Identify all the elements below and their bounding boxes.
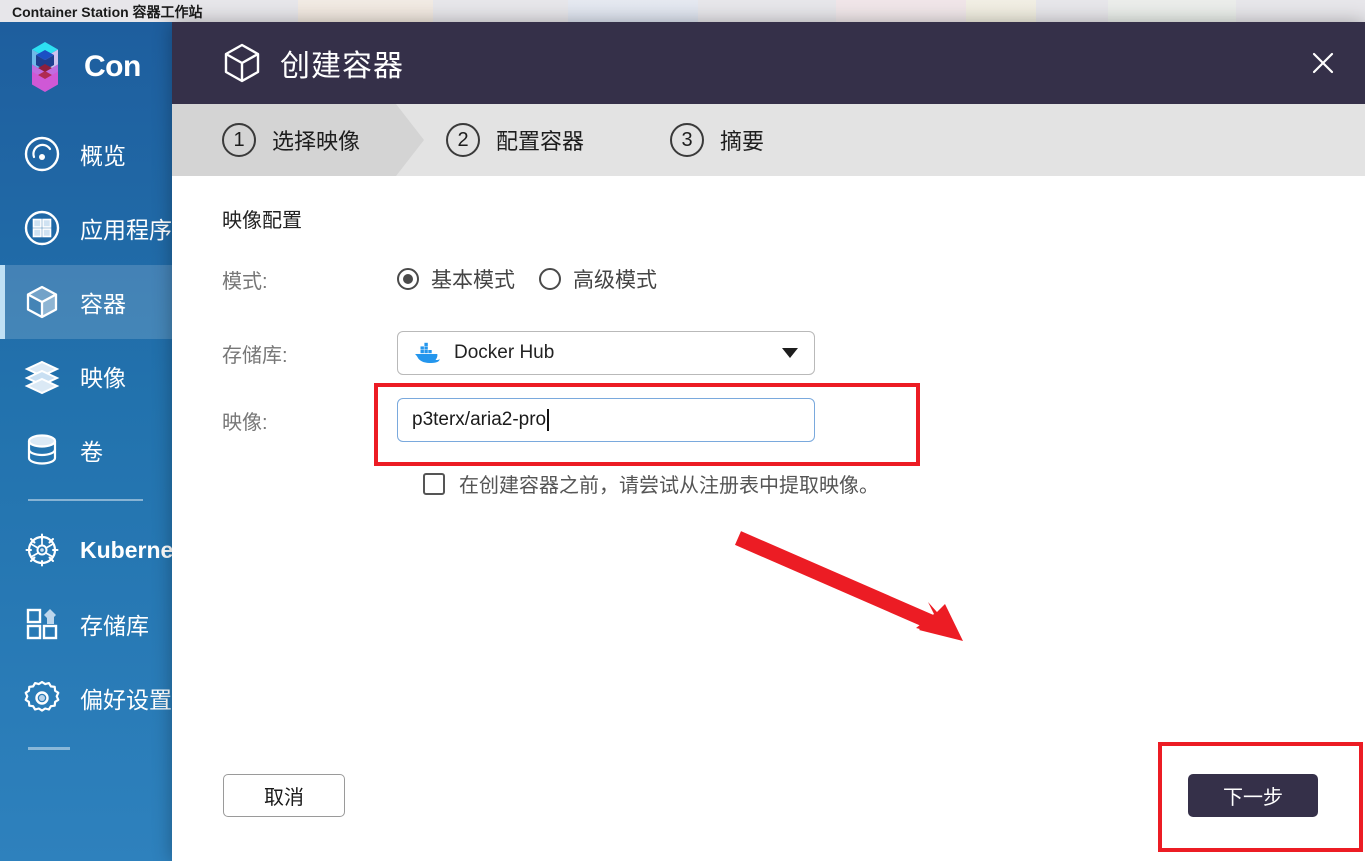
brand: Con [18, 40, 141, 94]
sidebar-item-label: 应用程序 [80, 217, 172, 243]
sidebar-item-label: 卷 [80, 439, 103, 465]
dialog-body: 映像配置 模式: 基本模式 高级模式 存储库: Docker Hub 映像: p… [172, 176, 1365, 861]
cancel-button[interactable]: 取消 [223, 774, 345, 817]
sidebar-item-applications[interactable]: 应用程序 [0, 191, 172, 265]
radio-indicator [397, 268, 419, 290]
radio-label: 基本模式 [431, 269, 515, 292]
next-button[interactable]: 下一步 [1188, 774, 1318, 817]
cancel-button-label: 取消 [264, 787, 304, 809]
step-number: 3 [670, 123, 705, 157]
sidebar-divider-bottom [28, 747, 70, 750]
image-row: 映像: p3terx/aria2-pro [222, 398, 815, 442]
docker-whale-icon [412, 341, 442, 365]
container-station-logo-icon [18, 40, 72, 94]
dialog-header: 创建容器 [172, 22, 1365, 104]
sidebar-item-label: 偏好设置 [80, 687, 172, 713]
mode-row: 模式: 基本模式 高级模式 [222, 264, 681, 294]
mode-label: 模式: [222, 270, 268, 293]
radio-label: 高级模式 [573, 269, 657, 292]
radio-indicator [539, 268, 561, 290]
volumes-database-icon [22, 430, 62, 470]
step-select-image[interactable]: 1 选择映像 [172, 104, 425, 176]
sidebar: Con 概览 应用程序 容器 映像 卷 Kuberne 存储库 偏好设置 [0, 22, 172, 861]
background-overlay [0, 0, 1365, 22]
checkbox-label: 在创建容器之前，请尝试从注册表中提取映像。 [459, 475, 879, 497]
image-label: 映像: [222, 411, 268, 434]
section-title: 映像配置 [222, 210, 302, 232]
step-label: 摘要 [720, 129, 765, 154]
step-number: 1 [222, 123, 256, 157]
preferences-gear-icon [22, 678, 62, 718]
next-button-label: 下一步 [1223, 787, 1283, 809]
registry-row: 存储库: Docker Hub [222, 331, 815, 375]
step-label: 配置容器 [496, 129, 585, 154]
close-icon[interactable] [1303, 43, 1343, 83]
sidebar-item-volumes[interactable]: 卷 [0, 413, 172, 487]
cube-outline-icon [222, 42, 262, 84]
sidebar-item-label: 容器 [80, 291, 126, 317]
image-input[interactable]: p3terx/aria2-pro [397, 398, 815, 442]
sidebar-item-images[interactable]: 映像 [0, 339, 172, 413]
mode-radio-group: 基本模式 高级模式 [397, 264, 681, 294]
sidebar-item-overview[interactable]: 概览 [0, 117, 172, 191]
registry-blocks-icon [22, 604, 62, 644]
chevron-down-icon [782, 348, 798, 358]
step-label: 选择映像 [272, 129, 361, 154]
sidebar-item-registry[interactable]: 存储库 [0, 587, 172, 661]
checkbox-indicator[interactable] [423, 472, 445, 495]
applications-grid-icon [22, 208, 62, 248]
sidebar-item-label: Kubernetes [80, 536, 172, 563]
sidebar-nav: 概览 应用程序 容器 映像 卷 Kuberne 存储库 偏好设置 [0, 117, 172, 762]
sidebar-item-label: 存储库 [80, 613, 149, 639]
pull-image-checkbox-row[interactable]: 在创建容器之前，请尝试从注册表中提取映像。 [423, 469, 879, 498]
dialog-title: 创建容器 [280, 50, 404, 83]
kubernetes-helm-icon [22, 530, 62, 570]
radio-basic-mode[interactable]: 基本模式 [397, 264, 515, 294]
sidebar-item-preferences[interactable]: 偏好设置 [0, 661, 172, 735]
step-configure-container[interactable]: 2 配置容器 [396, 104, 620, 176]
dashboard-gauge-icon [22, 134, 62, 174]
sidebar-item-kubernetes[interactable]: Kubernetes [0, 513, 172, 587]
app-window-title: Container Station 容器工作站 [12, 4, 203, 20]
create-container-dialog: 创建容器 1 选择映像 2 配置容器 3 摘要 映像配置 模式: 基本模式 高级… [172, 22, 1365, 861]
step-number: 2 [446, 123, 481, 157]
wizard-stepper: 1 选择映像 2 配置容器 3 摘要 [172, 104, 1365, 176]
sidebar-item-containers[interactable]: 容器 [0, 265, 172, 339]
sidebar-item-label: 概览 [80, 143, 126, 169]
text-cursor [547, 409, 549, 431]
registry-value: Docker Hub [454, 342, 555, 363]
images-layers-icon [22, 356, 62, 396]
app-window-titlebar: Container Station 容器工作站 [0, 0, 1365, 22]
container-cube-icon [22, 282, 62, 322]
brand-label: Con [84, 50, 141, 83]
radio-advanced-mode[interactable]: 高级模式 [539, 264, 657, 294]
registry-select[interactable]: Docker Hub [397, 331, 815, 375]
sidebar-item-label: 映像 [80, 365, 126, 391]
image-input-value: p3terx/aria2-pro [412, 409, 547, 430]
screen-root: Container Station 容器工作站 Con 概览 应用程序 容器 映… [0, 0, 1365, 861]
registry-label: 存储库: [222, 344, 288, 367]
step-summary[interactable]: 3 摘要 [620, 104, 800, 176]
sidebar-divider [28, 499, 143, 501]
